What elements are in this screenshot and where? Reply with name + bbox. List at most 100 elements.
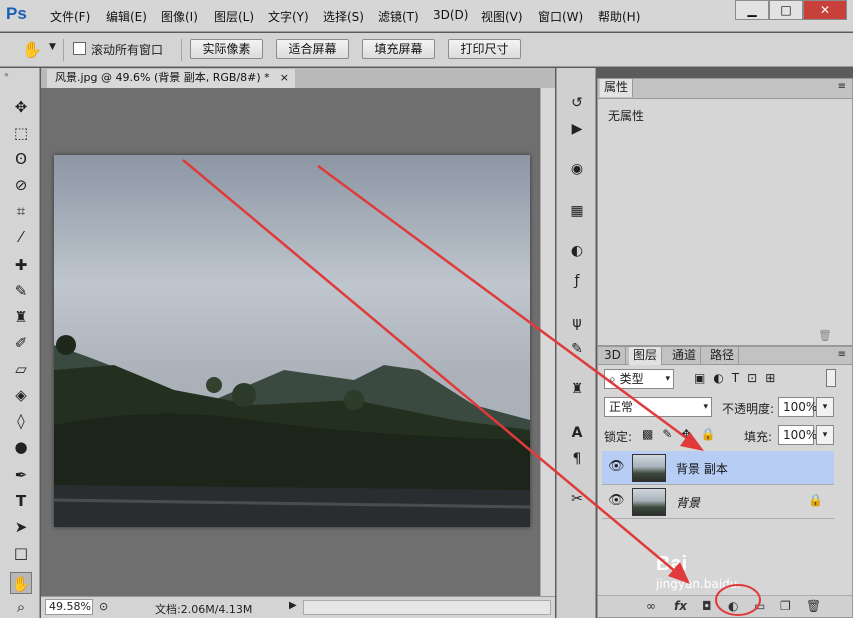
quick-selection-tool-icon[interactable]: ⊘ xyxy=(10,174,32,196)
tab-channels[interactable]: 通道 xyxy=(668,347,702,365)
filter-toggle-switch[interactable] xyxy=(826,369,836,387)
menu-select[interactable]: 选择(S) xyxy=(323,8,364,25)
pen-tool-icon[interactable]: ✒ xyxy=(10,464,32,486)
fill-screen-button[interactable]: 填充屏幕 xyxy=(362,39,435,59)
maximize-button[interactable]: □ xyxy=(769,0,803,20)
landscape-photo[interactable] xyxy=(54,155,530,527)
delete-icon[interactable]: 🗑 xyxy=(818,329,832,342)
menu-edit[interactable]: 编辑(E) xyxy=(106,8,147,25)
history-brush-tool-icon[interactable]: ✐ xyxy=(10,332,32,354)
document-tab-close-icon[interactable]: × xyxy=(280,69,289,87)
tool-presets-panel-icon[interactable]: ✂ xyxy=(566,488,588,510)
zoom-tool-icon[interactable]: ⌕ xyxy=(10,596,32,618)
blur-tool-icon[interactable]: ◊ xyxy=(10,410,32,432)
layer-row-background[interactable]: 👁 背景 🔒 xyxy=(602,485,834,519)
lock-options-icons[interactable]: ▩✎✥🔒 xyxy=(642,427,724,441)
opacity-dropdown-icon[interactable]: ▾ xyxy=(816,397,834,417)
horizontal-scrollbar[interactable] xyxy=(303,600,551,615)
fill-dropdown-icon[interactable]: ▾ xyxy=(816,425,834,445)
move-tool-icon[interactable]: ✥ xyxy=(10,96,32,118)
layer-filter-icons[interactable]: ▣◐T⊡⊞ xyxy=(694,371,783,385)
layer-mask-icon[interactable]: ◘ xyxy=(702,599,712,613)
scroll-all-checkbox[interactable] xyxy=(73,42,86,55)
print-size-button[interactable]: 打印尺寸 xyxy=(448,39,521,59)
status-menu-arrow-icon[interactable]: ▶ xyxy=(289,600,297,611)
history-panel-icon[interactable]: ↺ xyxy=(566,92,588,114)
menu-image[interactable]: 图像(I) xyxy=(161,8,198,25)
layer-name: 背景 xyxy=(676,496,701,510)
layer-row-background-copy[interactable]: 👁 背景 副本 xyxy=(602,451,834,485)
menu-help[interactable]: 帮助(H) xyxy=(598,8,640,25)
layer-name: 背景 副本 xyxy=(676,462,728,476)
layer-style-panel-icon[interactable]: ƒ xyxy=(566,270,588,292)
paint-bucket-tool-icon[interactable]: ◈ xyxy=(10,384,32,406)
path-selection-tool-icon[interactable]: ➤ xyxy=(10,516,32,538)
minimize-button[interactable]: ▁ xyxy=(735,0,769,20)
menu-file[interactable]: 文件(F) xyxy=(50,8,90,25)
brush-panel-icon[interactable]: ✎ xyxy=(566,338,588,360)
brush-presets-panel-icon[interactable]: ψ xyxy=(566,312,588,334)
new-layer-icon[interactable]: ❐ xyxy=(780,599,791,613)
link-layers-icon[interactable]: ∞ xyxy=(646,599,656,613)
character-panel-icon[interactable]: A xyxy=(566,422,588,444)
vertical-scrollbar[interactable] xyxy=(540,88,555,596)
landscape-image xyxy=(54,155,530,527)
eye-icon[interactable]: 👁 xyxy=(608,459,625,474)
actual-pixels-button[interactable]: 实际像素 xyxy=(190,39,263,59)
adjustment-layer-icon[interactable]: ◐ xyxy=(728,599,738,613)
opacity-field[interactable]: 100% xyxy=(778,397,817,417)
baidu-logo: Bai xyxy=(656,553,688,575)
marquee-tool-icon[interactable]: ⬚ xyxy=(10,122,32,144)
zoom-level-field[interactable]: 49.58% xyxy=(45,599,93,615)
blend-mode-value: 正常 xyxy=(609,400,634,414)
tab-properties[interactable]: 属性 xyxy=(600,79,634,97)
hand-tool-icon[interactable]: ✋ xyxy=(22,40,42,59)
actions-panel-icon[interactable]: ▶ xyxy=(566,118,588,140)
close-button[interactable]: ✕ xyxy=(803,0,847,20)
delete-layer-icon[interactable]: 🗑 xyxy=(806,599,821,613)
healing-brush-tool-icon[interactable]: ✚ xyxy=(10,254,32,276)
menu-view[interactable]: 视图(V) xyxy=(481,8,523,25)
canvas-area[interactable] xyxy=(41,88,540,596)
watermark-text: jingyan.baidu. xyxy=(656,577,742,591)
status-info-icon[interactable]: ⊙ xyxy=(99,600,108,613)
tab-3d[interactable]: 3D xyxy=(600,347,626,365)
fit-screen-button[interactable]: 适合屏幕 xyxy=(276,39,349,59)
lasso-tool-icon[interactable]: ʘ xyxy=(10,148,32,170)
eye-icon[interactable]: 👁 xyxy=(608,493,625,508)
properties-panel: 属性 ≡ 无属性 🗑 xyxy=(597,78,853,346)
hand-tool-icon[interactable]: ✋ xyxy=(10,572,32,594)
collapse-arrows-icon[interactable]: » xyxy=(4,70,9,79)
styles-panel-icon[interactable]: ▦ xyxy=(566,200,588,222)
swatches-panel-icon[interactable]: ◉ xyxy=(566,158,588,180)
panel-menu-icon[interactable]: ≡ xyxy=(838,81,846,92)
panel-menu-icon[interactable]: ≡ xyxy=(838,349,846,360)
menu-3d[interactable]: 3D(D) xyxy=(433,8,468,22)
rectangle-tool-icon[interactable]: □ xyxy=(10,542,32,564)
crop-tool-icon[interactable]: ⌗ xyxy=(10,200,32,222)
layer-filter-dropdown[interactable]: ⌕ 类型 ▾ xyxy=(604,369,674,389)
layers-panel-footer: ∞ fx ◘ ◐ ▭ ❐ 🗑 xyxy=(598,595,852,617)
menu-window[interactable]: 窗口(W) xyxy=(538,8,583,25)
properties-panel-header: 属性 ≡ xyxy=(598,79,852,99)
paragraph-panel-icon[interactable]: ¶ xyxy=(566,448,588,470)
eraser-tool-icon[interactable]: ▱ xyxy=(10,358,32,380)
menu-filter[interactable]: 滤镜(T) xyxy=(378,8,419,25)
document-tab[interactable]: 风景.jpg @ 49.6% (背景 副本, RGB/8#) * × xyxy=(47,69,295,88)
menu-layer[interactable]: 图层(L) xyxy=(214,8,254,25)
new-group-icon[interactable]: ▭ xyxy=(754,599,765,613)
fill-field[interactable]: 100% xyxy=(778,425,817,445)
tab-layers[interactable]: 图层 xyxy=(629,347,663,365)
menu-type[interactable]: 文字(Y) xyxy=(268,8,309,25)
tool-preset-dropdown-icon[interactable]: ▼ xyxy=(49,42,56,52)
dodge-tool-icon[interactable]: ● xyxy=(10,436,32,458)
eyedropper-tool-icon[interactable]: ⁄ xyxy=(10,226,32,248)
brush-tool-icon[interactable]: ✎ xyxy=(10,280,32,302)
blend-mode-select[interactable]: 正常 ▾ xyxy=(604,397,712,417)
clone-source-panel-icon[interactable]: ♜ xyxy=(566,378,588,400)
fx-icon[interactable]: fx xyxy=(674,599,687,613)
clone-stamp-tool-icon[interactable]: ♜ xyxy=(10,306,32,328)
adjustments-panel-icon[interactable]: ◐ xyxy=(566,240,588,262)
type-tool-icon[interactable]: T xyxy=(10,490,32,512)
tab-paths[interactable]: 路径 xyxy=(706,347,740,365)
